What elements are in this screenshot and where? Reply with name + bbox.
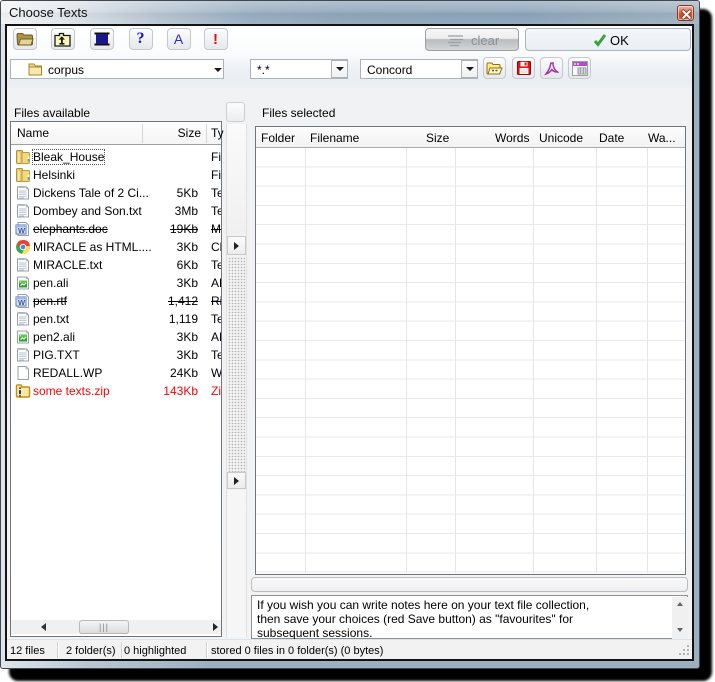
- svg-text:W: W: [18, 298, 26, 307]
- svg-text:W: W: [18, 226, 26, 235]
